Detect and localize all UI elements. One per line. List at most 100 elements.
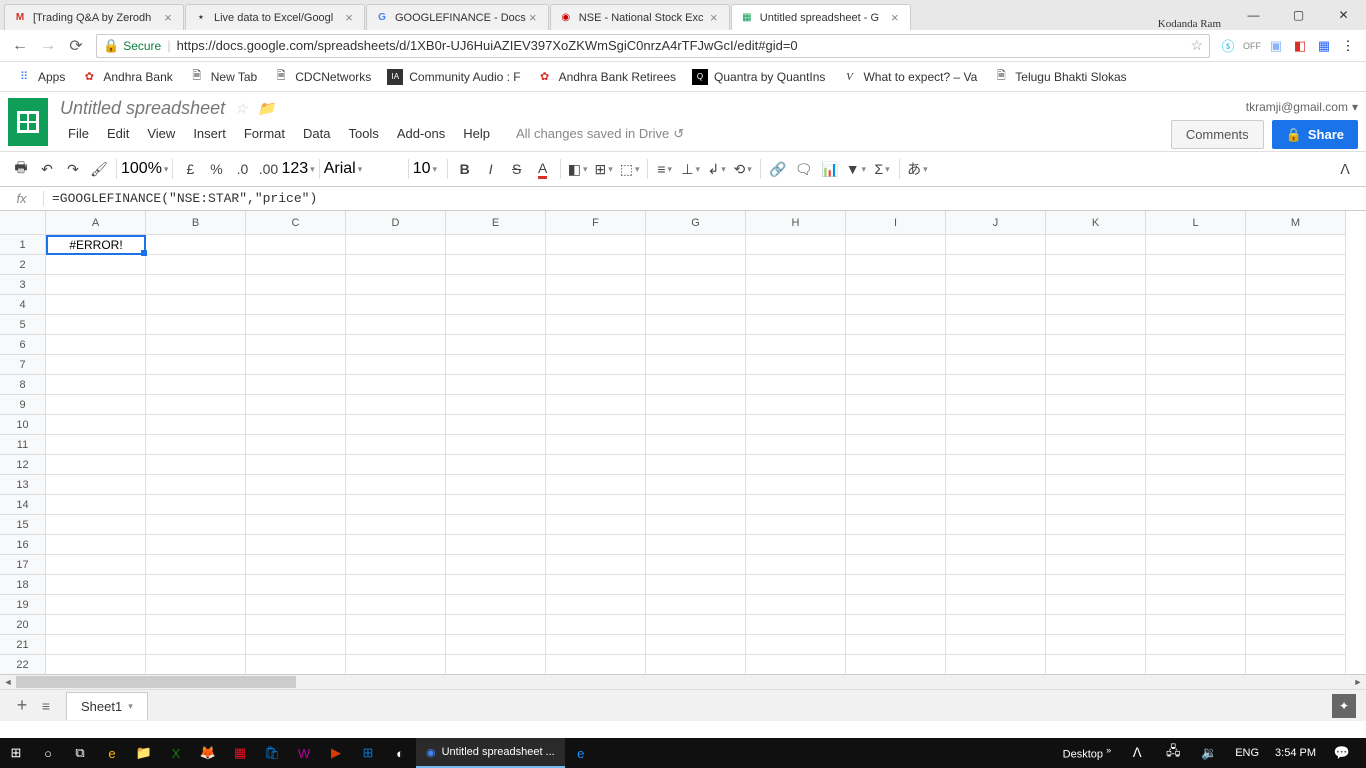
cell[interactable] — [546, 355, 646, 375]
cell[interactable] — [646, 235, 746, 255]
cell[interactable] — [446, 355, 546, 375]
cell[interactable] — [1146, 435, 1246, 455]
cell[interactable] — [146, 395, 246, 415]
cell[interactable] — [546, 655, 646, 675]
cell[interactable] — [346, 515, 446, 535]
cell[interactable] — [1046, 395, 1146, 415]
cell[interactable] — [346, 655, 446, 675]
cell[interactable] — [246, 615, 346, 635]
cell[interactable] — [446, 635, 546, 655]
cell[interactable] — [946, 475, 1046, 495]
cell[interactable] — [946, 515, 1046, 535]
cell[interactable] — [1146, 395, 1246, 415]
cell[interactable] — [546, 335, 646, 355]
cell[interactable] — [146, 475, 246, 495]
cell[interactable] — [46, 295, 146, 315]
rotate-button[interactable]: ⟲ — [730, 156, 756, 182]
bookmark-item[interactable]: IACommunity Audio : F — [379, 69, 528, 85]
cell[interactable] — [46, 555, 146, 575]
cell[interactable] — [1046, 335, 1146, 355]
cell[interactable] — [646, 455, 746, 475]
menu-addons[interactable]: Add-ons — [389, 123, 453, 144]
cell[interactable] — [546, 615, 646, 635]
cell[interactable] — [446, 235, 546, 255]
cell[interactable] — [46, 615, 146, 635]
extension-icon[interactable]: ◧ — [1288, 34, 1312, 58]
cell[interactable] — [1146, 415, 1246, 435]
increase-decimal-button[interactable]: .00 — [255, 156, 281, 182]
cell[interactable] — [46, 575, 146, 595]
cell[interactable] — [546, 295, 646, 315]
cell[interactable] — [1046, 255, 1146, 275]
sheet-tab[interactable]: Sheet1 ▾ — [66, 692, 148, 720]
cell[interactable] — [1246, 235, 1346, 255]
taskbar-app-icon[interactable]: 🛍 — [256, 738, 288, 768]
cell[interactable] — [746, 315, 846, 335]
cell[interactable] — [246, 655, 346, 675]
column-header[interactable]: I — [846, 211, 946, 235]
bookmark-item[interactable]: ✿Andhra Bank — [73, 69, 180, 85]
row-header[interactable]: 10 — [0, 415, 46, 435]
cell[interactable] — [246, 355, 346, 375]
cell[interactable] — [1246, 595, 1346, 615]
bookmark-item[interactable]: QQuantra by QuantIns — [684, 69, 833, 85]
task-view-button[interactable]: ⧉ — [64, 738, 96, 768]
cell[interactable] — [1046, 495, 1146, 515]
network-icon[interactable]: 🖧 — [1157, 738, 1189, 768]
bookmark-item[interactable]: 🗎New Tab — [181, 69, 265, 85]
cell[interactable] — [146, 495, 246, 515]
cell[interactable] — [246, 235, 346, 255]
cell[interactable] — [1146, 235, 1246, 255]
cell[interactable] — [1046, 275, 1146, 295]
cell[interactable] — [1146, 495, 1246, 515]
notifications-icon[interactable]: 💬 — [1326, 738, 1358, 768]
cell[interactable] — [246, 275, 346, 295]
reload-button[interactable]: ⟳ — [62, 32, 90, 60]
cell[interactable] — [246, 395, 346, 415]
cell[interactable] — [546, 435, 646, 455]
skype-icon[interactable]: ⓢ — [1216, 34, 1240, 58]
column-header[interactable]: H — [746, 211, 846, 235]
taskbar-app-icon[interactable]: W — [288, 738, 320, 768]
cell[interactable] — [946, 535, 1046, 555]
cell[interactable] — [946, 555, 1046, 575]
cell[interactable] — [446, 535, 546, 555]
scroll-track[interactable] — [16, 675, 1350, 689]
cell[interactable] — [746, 535, 846, 555]
cell[interactable] — [1146, 655, 1246, 675]
collapse-toolbar-button[interactable]: ᐱ — [1332, 156, 1358, 182]
cell[interactable] — [1246, 435, 1346, 455]
cell[interactable] — [946, 635, 1046, 655]
cell[interactable] — [746, 355, 846, 375]
cell[interactable] — [1146, 275, 1246, 295]
cell[interactable] — [846, 455, 946, 475]
row-header[interactable]: 4 — [0, 295, 46, 315]
cell[interactable] — [1146, 635, 1246, 655]
bookmark-item[interactable]: 🗎Telugu Bhakti Slokas — [985, 69, 1134, 85]
cell[interactable] — [146, 615, 246, 635]
cell[interactable] — [546, 595, 646, 615]
cell[interactable] — [146, 335, 246, 355]
taskbar-app-icon[interactable]: ⊞ — [352, 738, 384, 768]
bookmark-item[interactable]: VWhat to expect? – Va — [833, 69, 985, 85]
cell[interactable] — [46, 595, 146, 615]
cell[interactable] — [46, 355, 146, 375]
minimize-button[interactable]: — — [1231, 0, 1276, 30]
cell[interactable] — [1146, 615, 1246, 635]
desktop-toolbar[interactable]: Desktop » — [1057, 745, 1118, 761]
row-header[interactable]: 13 — [0, 475, 46, 495]
cell[interactable] — [746, 375, 846, 395]
cell[interactable] — [246, 335, 346, 355]
cell[interactable] — [446, 595, 546, 615]
cell[interactable] — [346, 455, 446, 475]
browser-tab[interactable]: M [Trading Q&A by Zerodh × — [4, 4, 184, 30]
cell[interactable] — [746, 455, 846, 475]
cell[interactable] — [1246, 315, 1346, 335]
close-icon[interactable]: × — [161, 10, 175, 25]
filter-button[interactable]: ▼ — [843, 156, 869, 182]
cell[interactable] — [146, 415, 246, 435]
cell[interactable] — [946, 495, 1046, 515]
cell[interactable] — [1246, 415, 1346, 435]
bookmark-item[interactable]: ✿Andhra Bank Retirees — [529, 69, 684, 85]
cell[interactable] — [646, 635, 746, 655]
